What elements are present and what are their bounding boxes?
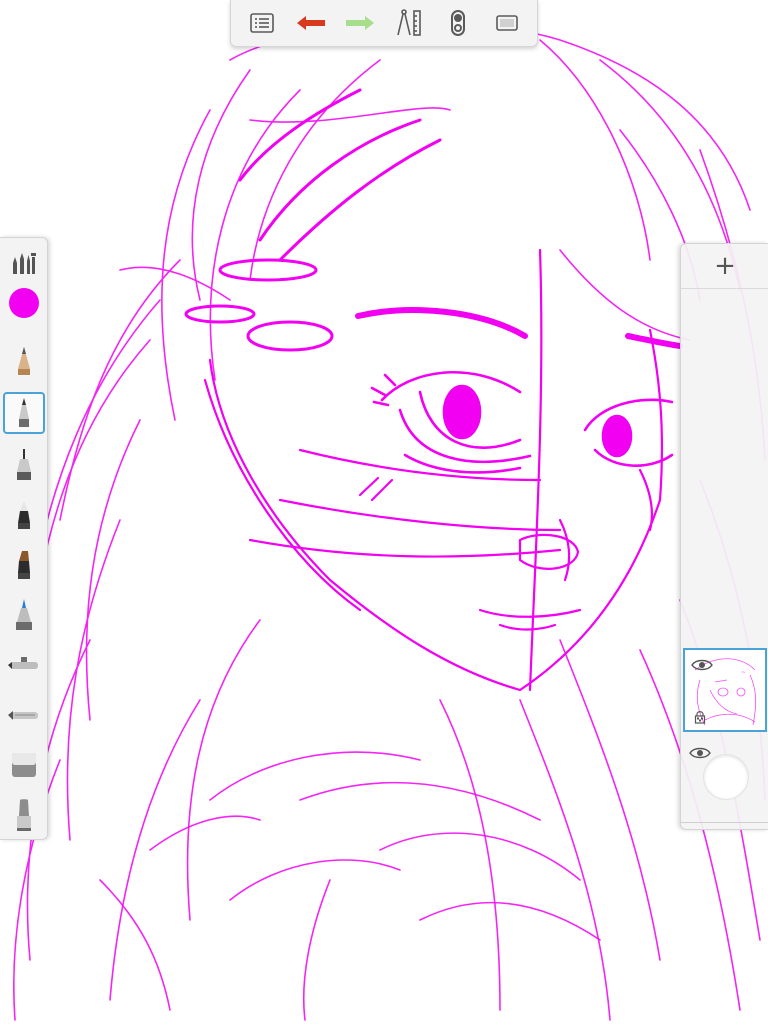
smudge-icon (17, 799, 31, 831)
airbrush-icon (8, 657, 38, 669)
face-strokes (203, 248, 664, 692)
brush-library-button[interactable] (3, 242, 45, 284)
list-button[interactable] (242, 3, 282, 43)
airbrush-soft-icon (8, 711, 38, 720)
redo-button[interactable] (340, 3, 380, 43)
ballpoint-pen-tool[interactable] (3, 392, 45, 434)
paintbrush-icon (16, 599, 32, 630)
brush-palette (0, 237, 48, 840)
drawing-canvas[interactable] (0, 0, 768, 1024)
ballpoint-pen-icon (19, 398, 29, 427)
ruler-compass-button[interactable] (389, 3, 429, 43)
eye-strokes (370, 371, 674, 474)
symmetry-button[interactable] (438, 3, 478, 43)
undo-arrow-icon (296, 16, 325, 30)
fullscreen-button[interactable] (487, 3, 527, 43)
eye-icon[interactable] (691, 658, 713, 672)
transparency-lock-icon[interactable] (694, 710, 706, 724)
smudge-tool[interactable] (3, 794, 45, 836)
layer-panel-divider (681, 822, 768, 831)
technical-pen-icon (17, 449, 31, 480)
symmetry-icon (450, 10, 465, 36)
marker-icon (18, 501, 30, 529)
eyebrow-strokes (355, 307, 683, 349)
pencil-icon (18, 347, 30, 375)
paintbrush-tool[interactable] (3, 594, 45, 636)
brush-library-icon (13, 253, 36, 274)
eraser-tool[interactable] (3, 744, 45, 786)
color-button[interactable] (3, 282, 45, 324)
undo-button[interactable] (291, 3, 331, 43)
fullscreen-icon (495, 15, 518, 31)
layer-panel: + ~ (680, 243, 768, 830)
technical-pen-tool[interactable] (3, 444, 45, 486)
pencil-tool[interactable] (3, 340, 45, 382)
svg-text:~: ~ (741, 669, 746, 676)
add-layer-button[interactable]: + (681, 244, 768, 289)
redo-arrow-icon (345, 16, 374, 30)
airbrush-tool[interactable] (3, 644, 45, 686)
background-layer[interactable] (683, 738, 767, 822)
add-layer-label: + (714, 251, 736, 281)
top-toolbar (230, 0, 538, 47)
marker-tool[interactable] (3, 494, 45, 536)
chisel-marker-tool[interactable] (3, 544, 45, 586)
sketch-layer[interactable]: ~ (683, 648, 767, 732)
chisel-marker-icon (18, 551, 30, 579)
background-color-circle (703, 754, 749, 800)
color-swatch-icon (9, 288, 39, 318)
ruler-compass-icon (396, 9, 421, 36)
eraser-icon (12, 753, 36, 777)
airbrush-soft-tool[interactable] (3, 694, 45, 736)
eye-icon[interactable] (689, 746, 711, 760)
list-icon (249, 13, 274, 33)
shoulder-strokes (99, 751, 601, 1021)
